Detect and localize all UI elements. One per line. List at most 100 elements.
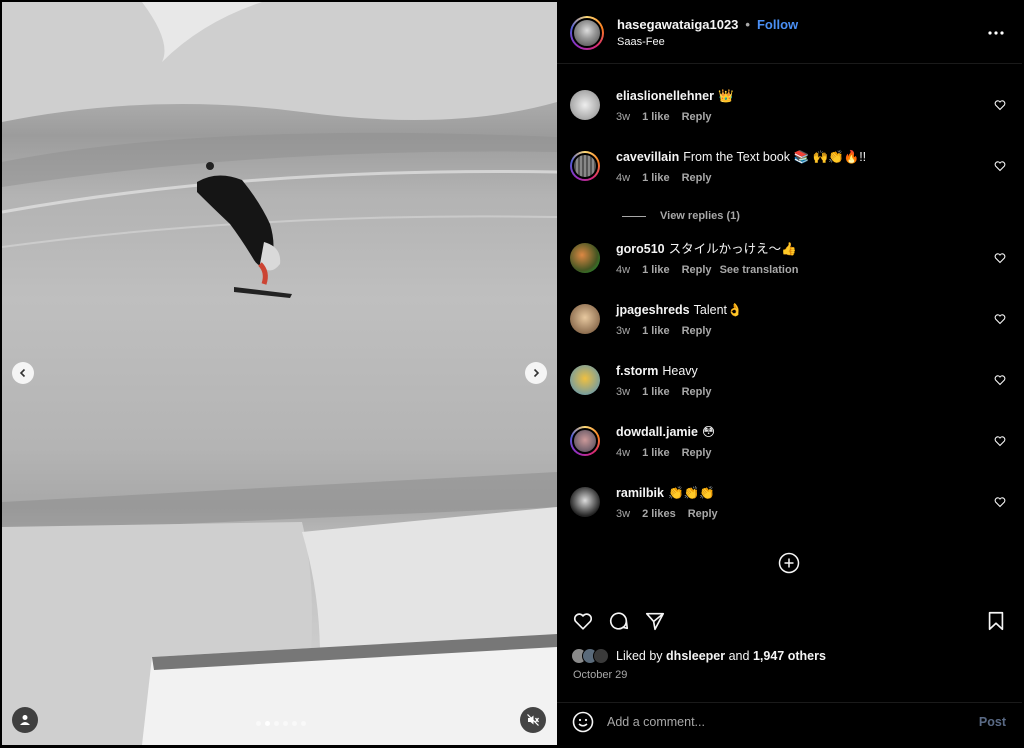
follow-button[interactable]: Follow [757,17,798,32]
likes-conj: and [728,649,750,663]
comment-item: goro510 スタイルかっけえ〜👍 4w 1 like Reply See trans… [570,241,1008,289]
previous-slide-button[interactable] [12,362,34,384]
comment-username[interactable]: ramilbik [616,486,664,500]
reply-button[interactable]: Reply [682,111,712,123]
view-replies-button[interactable]: View replies (1) [622,210,740,222]
reply-button[interactable]: Reply [682,325,712,337]
load-more-comments-button[interactable] [778,552,800,574]
chevron-left-icon [19,368,26,378]
comment-text: 👑 [717,89,734,103]
emoji-icon[interactable] [571,710,595,734]
replies-divider [622,215,646,217]
share-button[interactable] [643,609,667,633]
commenter-avatar[interactable] [570,90,600,120]
add-circle-icon [778,552,800,574]
comment-like-button[interactable] [994,373,1008,387]
snowboard-photo [2,2,557,745]
comment-username[interactable]: jpageshreds [616,303,690,317]
heart-icon [994,375,1006,386]
commenter-avatar[interactable] [570,151,600,181]
like-button[interactable] [571,609,595,633]
comment-text: スタイルかっけえ〜👍 [668,242,797,256]
post-comment-button[interactable]: Post [979,715,1006,729]
more-icon [988,30,1004,35]
mute-toggle-button[interactable] [520,707,546,733]
reply-button[interactable]: Reply [682,264,712,276]
see-translation-button[interactable]: See translation [720,264,799,276]
commenter-avatar[interactable] [570,487,600,517]
comment-like-button[interactable] [994,434,1008,448]
bookmark-icon [988,611,1004,631]
liker-username[interactable]: dhsleeper [666,649,725,663]
reply-button[interactable]: Reply [682,386,712,398]
post-media [2,2,557,745]
heart-icon [994,314,1006,325]
tagged-users-button[interactable] [12,707,38,733]
comment-age: 4w [616,264,631,276]
author-username[interactable]: hasegawataiga1023 [617,17,738,32]
comment-likes[interactable]: 1 like [642,447,670,459]
commenter-avatar[interactable] [570,304,600,334]
heart-icon [994,161,1006,172]
post-modal: hasegawataiga1023 • Follow Saas-Fee elia… [2,2,1022,745]
comment-age: 4w [616,172,631,184]
carousel-dot [283,721,288,726]
carousel-dot [256,721,261,726]
carousel-indicator [256,721,306,726]
post-date: October 29 [573,669,628,681]
comment-text: From the Text book 📚 🙌👏🔥!! [683,150,867,164]
comment-age: 3w [616,508,631,520]
comment-text: Talent👌 [693,303,743,317]
comment-like-button[interactable] [994,312,1008,326]
commenter-avatar[interactable] [570,365,600,395]
comment-username[interactable]: cavevillain [616,150,679,164]
author-avatar[interactable] [570,15,604,50]
post-actions [571,608,1008,634]
comment-text: 👏👏👏 [667,486,715,500]
comment-button[interactable] [607,609,631,633]
comment-likes[interactable]: 1 like [642,325,670,337]
comment-age: 3w [616,111,631,123]
comment-username[interactable]: goro510 [616,242,665,256]
comment-likes[interactable]: 1 like [642,111,670,123]
comment-username[interactable]: eliaslionellehner [616,89,714,103]
carousel-dot [292,721,297,726]
likes-count[interactable]: 1,947 others [753,649,826,663]
next-slide-button[interactable] [525,362,547,384]
carousel-dot [301,721,306,726]
chevron-right-icon [533,368,540,378]
comment-like-button[interactable] [994,251,1008,265]
comment-like-button[interactable] [994,159,1008,173]
more-options-button[interactable] [984,21,1008,45]
comment-likes[interactable]: 1 like [642,386,670,398]
commenter-avatar[interactable] [570,426,600,456]
comment-likes[interactable]: 1 like [642,264,670,276]
comment-icon [609,612,629,630]
comment-likes[interactable]: 2 likes [642,508,676,520]
comment-like-button[interactable] [994,98,1008,112]
comment-likes[interactable]: 1 like [642,172,670,184]
comment-age: 4w [616,447,631,459]
comment-age: 3w [616,386,631,398]
comment-username[interactable]: dowdall.jamie [616,425,698,439]
reply-button[interactable]: Reply [682,172,712,184]
save-button[interactable] [984,609,1008,633]
comment-item: ramilbik 👏👏👏 3w 2 likes Reply [570,485,1008,533]
commenter-avatar[interactable] [570,243,600,273]
reply-button[interactable]: Reply [688,508,718,520]
comment-item: dowdall.jamie 😳 4w 1 like Reply [570,424,1008,472]
liker-avatars [571,648,609,664]
likes-summary: Liked by dhsleeper and 1,947 others [571,648,826,664]
reply-button[interactable]: Reply [682,447,712,459]
comment-like-button[interactable] [994,495,1008,509]
heart-icon [573,613,593,630]
post-location[interactable]: Saas-Fee [617,36,984,48]
carousel-dot [265,721,270,726]
user-tag-icon [20,715,30,725]
comment-age: 3w [616,325,631,337]
heart-icon [994,253,1006,264]
comment-username[interactable]: f.storm [616,364,658,378]
comment-item: f.storm Heavy 3w 1 like Reply [570,363,1008,411]
mute-icon [527,714,540,726]
comment-input[interactable] [607,714,979,729]
